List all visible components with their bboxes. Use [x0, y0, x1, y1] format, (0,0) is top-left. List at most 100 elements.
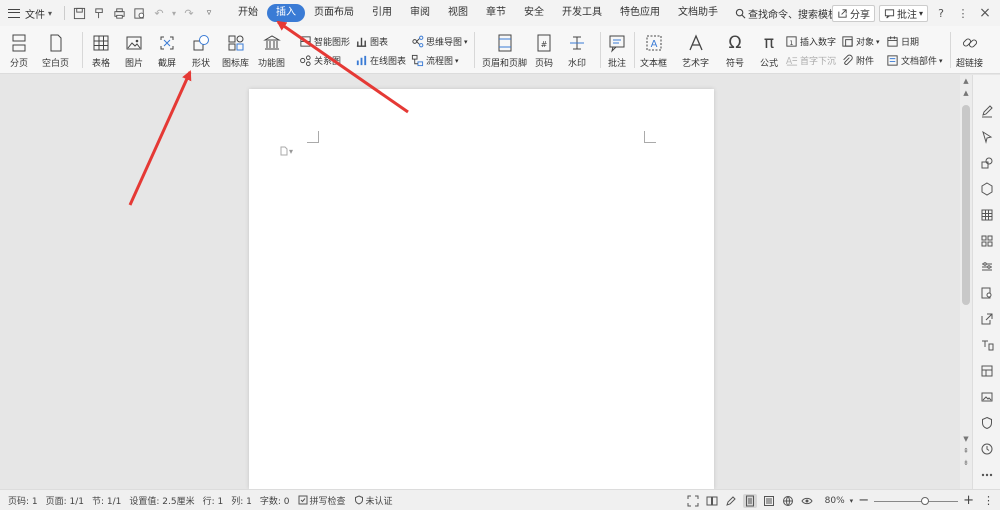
scroll-page-down-icon[interactable]: ⇟	[960, 459, 972, 467]
redo-icon[interactable]: ↷	[179, 3, 199, 23]
share-button[interactable]: 分享	[831, 4, 875, 22]
blank-page-button[interactable]: 空白页	[42, 32, 69, 69]
file-menu[interactable]: 文件 ▾	[0, 0, 60, 26]
insert-number-button[interactable]: 1 插入数字	[785, 35, 836, 48]
page-view-icon[interactable]	[742, 493, 757, 508]
scroll-up-icon[interactable]: ▲	[960, 77, 972, 85]
tab-home[interactable]: 开始	[229, 4, 267, 22]
icon-library-button[interactable]: 图标库	[222, 32, 249, 69]
tab-review[interactable]: 审阅	[401, 4, 439, 22]
status-setting-value[interactable]: 设置值: 2.5厘米	[129, 494, 194, 507]
picture-button[interactable]: 图片	[123, 32, 145, 69]
export-icon[interactable]	[979, 311, 995, 327]
attachment-button[interactable]: 附件	[841, 54, 874, 67]
date-button[interactable]: 日期	[886, 35, 919, 48]
status-row[interactable]: 行: 1	[203, 494, 224, 507]
grid-icon[interactable]	[979, 233, 995, 249]
undo-dropdown-icon[interactable]: ▾	[169, 3, 179, 23]
save-icon[interactable]	[69, 3, 89, 23]
word-art-button[interactable]: 艺术字	[682, 32, 709, 69]
header-footer-button[interactable]: 页眉和页脚	[482, 32, 527, 69]
tab-developer[interactable]: 开发工具	[553, 4, 611, 22]
shield-icon[interactable]	[979, 415, 995, 431]
zoom-level[interactable]: 80%	[825, 496, 845, 506]
more-horizontal-icon[interactable]	[979, 467, 995, 483]
status-page[interactable]: 页面: 1/1	[46, 494, 84, 507]
command-search[interactable]: 查找命令、搜索模板	[735, 6, 838, 21]
online-chart-button[interactable]: 在线图表	[355, 54, 406, 67]
sliders-icon[interactable]	[979, 259, 995, 275]
edit-mode-icon[interactable]	[724, 494, 738, 508]
comment-button[interactable]: 批注 ▾	[878, 4, 928, 22]
hyperlink-button[interactable]: 超链接	[956, 32, 983, 69]
tab-references[interactable]: 引用	[363, 4, 401, 22]
pen-icon[interactable]	[979, 103, 995, 119]
vertical-scrollbar[interactable]: ▲ ▲ ▼ ⇞ ⇟	[960, 75, 972, 489]
image-icon[interactable]	[979, 389, 995, 405]
zoom-in-button[interactable]: +	[963, 493, 974, 508]
document-search-icon[interactable]	[979, 285, 995, 301]
drop-cap-button[interactable]: A 首字下沉	[785, 54, 836, 67]
print-preview-icon[interactable]	[129, 3, 149, 23]
fullscreen-icon[interactable]	[686, 494, 700, 508]
tab-section[interactable]: 章节	[477, 4, 515, 22]
shapes-icon[interactable]	[979, 155, 995, 171]
table-button[interactable]: 表格	[90, 32, 112, 69]
tab-insert[interactable]: 插入	[267, 4, 306, 22]
formula-button[interactable]: π 公式	[758, 32, 780, 69]
eye-protection-icon[interactable]	[800, 494, 814, 508]
status-page-code[interactable]: 页码: 1	[8, 494, 38, 507]
tab-doc-assistant[interactable]: 文档助手	[669, 4, 727, 22]
shape-button[interactable]: 形状	[190, 32, 212, 69]
scroll-up-icon[interactable]: ▲	[960, 89, 972, 97]
layout-icon[interactable]	[979, 363, 995, 379]
fit-page-icon[interactable]: ⋮	[983, 494, 994, 507]
text-box-button[interactable]: A 文本框	[640, 32, 667, 69]
doc-parts-button[interactable]: 文档部件 ▾	[886, 54, 943, 67]
history-icon[interactable]	[979, 441, 995, 457]
status-section[interactable]: 节: 1/1	[92, 494, 121, 507]
comment-insert-button[interactable]: 批注	[606, 32, 628, 69]
tab-features[interactable]: 特色应用	[611, 4, 669, 22]
more-icon[interactable]: ⋮	[954, 7, 972, 20]
object-button[interactable]: 对象 ▾	[841, 35, 880, 48]
page-break-button[interactable]: 分页	[8, 32, 30, 69]
mind-map-button[interactable]: 思维导图 ▾	[411, 35, 468, 48]
outline-view-icon[interactable]	[762, 494, 776, 508]
symbol-button[interactable]: Ω 符号	[724, 32, 746, 69]
spell-check-toggle[interactable]: 拼写检查	[298, 494, 346, 507]
screenshot-button[interactable]: 截屏	[156, 32, 178, 69]
zoom-slider[interactable]	[874, 495, 959, 507]
function-chart-button[interactable]: 功能图	[258, 32, 285, 69]
help-icon[interactable]: ?	[932, 7, 950, 20]
scrollbar-thumb[interactable]	[962, 105, 970, 305]
scroll-page-up-icon[interactable]: ⇞	[960, 447, 972, 455]
tab-view[interactable]: 视图	[439, 4, 477, 22]
close-icon[interactable]: ×	[976, 5, 994, 21]
adjust-icon[interactable]	[979, 181, 995, 197]
scroll-down-icon[interactable]: ▼	[960, 435, 972, 443]
watermark-button[interactable]: 水印	[566, 32, 588, 69]
cursor-icon[interactable]	[979, 129, 995, 145]
print-icon[interactable]	[109, 3, 129, 23]
chevron-down-icon[interactable]: ▾	[850, 497, 854, 505]
tab-page-layout[interactable]: 页面布局	[305, 4, 363, 22]
translate-icon[interactable]	[979, 337, 995, 353]
zoom-out-button[interactable]: −	[858, 493, 869, 508]
chart-button[interactable]: 图表	[355, 35, 388, 48]
undo-icon[interactable]: ↶	[149, 3, 169, 23]
web-view-icon[interactable]	[781, 494, 795, 508]
document-page[interactable]: ▾	[249, 89, 714, 489]
customize-toolbar-icon[interactable]: ▿	[199, 3, 219, 23]
certification-status[interactable]: 未认证	[354, 494, 393, 507]
table-icon[interactable]	[979, 207, 995, 223]
format-painter-icon[interactable]	[89, 3, 109, 23]
paragraph-layout-icon[interactable]: ▾	[279, 146, 293, 156]
tab-security[interactable]: 安全	[515, 4, 553, 22]
page-number-button[interactable]: # 页码	[533, 32, 555, 69]
zoom-slider-knob[interactable]	[921, 496, 930, 505]
relation-chart-button[interactable]: 关系图	[299, 54, 341, 67]
smart-art-button[interactable]: 智能图形	[299, 35, 350, 48]
document-area[interactable]: ▾	[0, 75, 960, 489]
flowchart-button[interactable]: 流程图 ▾	[411, 54, 459, 67]
